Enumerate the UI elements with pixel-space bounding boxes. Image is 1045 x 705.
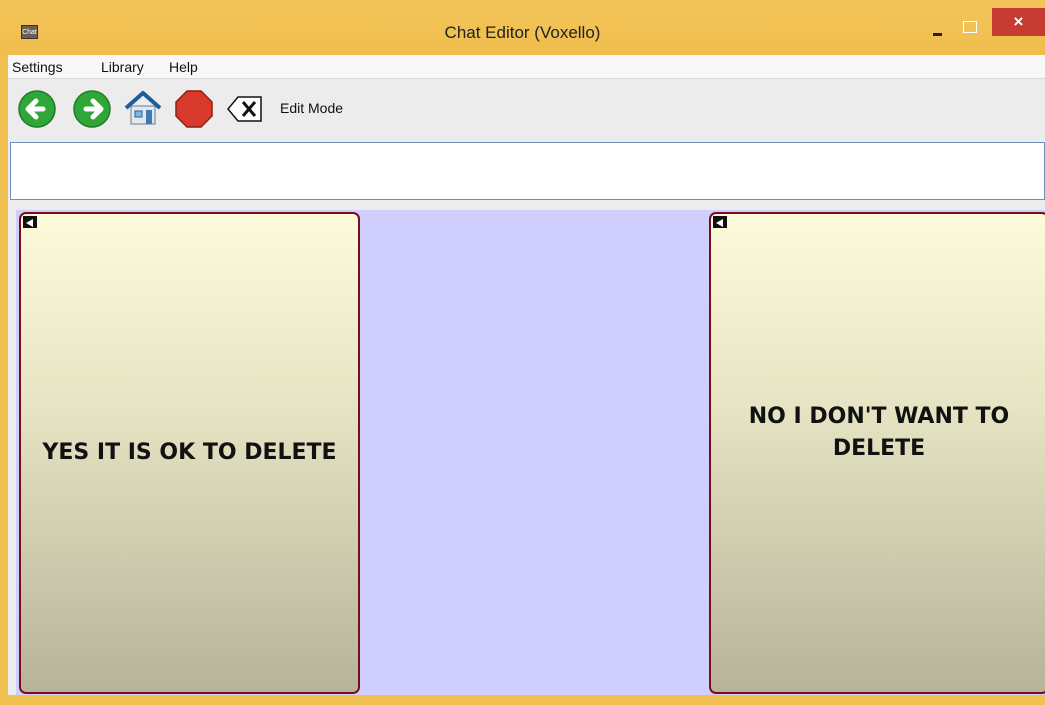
menu-help[interactable]: Help bbox=[169, 59, 198, 75]
menu-settings[interactable]: Settings bbox=[12, 59, 63, 75]
speaker-icon bbox=[23, 216, 37, 228]
tile-no-delete[interactable]: NO I DON'T WANT TO DELETE bbox=[709, 212, 1045, 694]
menu-bar: Settings Library Help bbox=[8, 55, 1045, 79]
backspace-x-icon[interactable] bbox=[226, 95, 264, 123]
title-bar: Chat Chat Editor (Voxello) × bbox=[0, 0, 1045, 55]
edit-mode-label: Edit Mode bbox=[280, 100, 344, 116]
minimize-button[interactable] bbox=[930, 24, 944, 38]
tile-yes-delete[interactable]: YES IT IS OK TO DELETE bbox=[19, 212, 360, 694]
close-button[interactable]: × bbox=[992, 8, 1045, 36]
forward-arrow-icon[interactable] bbox=[72, 89, 112, 129]
speaker-icon bbox=[713, 216, 727, 228]
maximize-button[interactable] bbox=[963, 21, 977, 33]
tile-label: YES IT IS OK TO DELETE bbox=[42, 440, 337, 466]
tile-label: NO I DON'T WANT TO DELETE bbox=[748, 404, 1010, 461]
message-bar[interactable] bbox=[10, 142, 1045, 200]
stop-icon[interactable] bbox=[174, 89, 214, 129]
home-icon[interactable] bbox=[122, 88, 164, 128]
menu-library[interactable]: Library bbox=[101, 59, 144, 75]
window-title: Chat Editor (Voxello) bbox=[444, 23, 601, 42]
back-arrow-icon[interactable] bbox=[17, 89, 57, 129]
